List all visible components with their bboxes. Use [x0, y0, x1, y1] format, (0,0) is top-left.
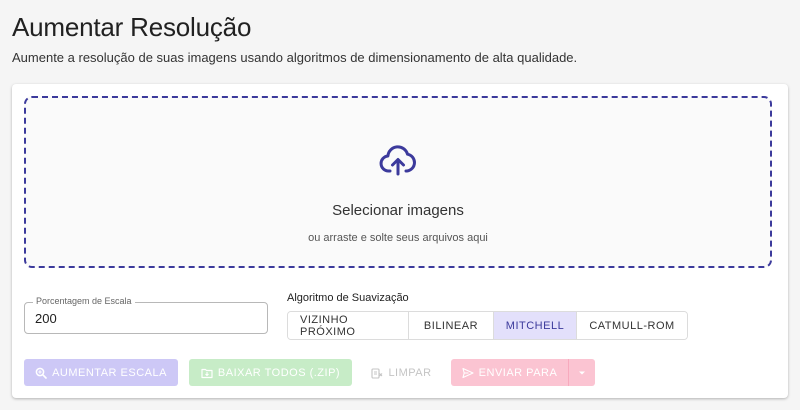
- caret-down-icon: [579, 371, 585, 374]
- send-icon: [462, 367, 474, 378]
- folder-download-icon: [201, 368, 213, 378]
- algorithm-option-catmull-rom[interactable]: CATMULL-ROM: [576, 312, 687, 339]
- send-to-button-label: ENVIAR PARA: [478, 366, 558, 379]
- clear-button-label: LIMPAR: [388, 366, 432, 379]
- algorithm-option-mitchell[interactable]: MITCHELL: [493, 312, 576, 339]
- action-bar: AUMENTAR ESCALA BAIXAR TODOS (.ZIP) LIMP…: [24, 359, 595, 386]
- cloud-upload-icon: [379, 145, 416, 176]
- algorithm-label: Algoritmo de Suavização: [287, 292, 409, 304]
- scale-percentage-field[interactable]: Porcentagem de Escala: [24, 296, 268, 334]
- algorithm-option-bilinear[interactable]: BILINEAR: [408, 312, 493, 339]
- scale-percentage-label: Porcentagem de Escala: [33, 296, 135, 306]
- dropzone-hint: ou arraste e solte seus arquivos aqui: [308, 232, 488, 244]
- zoom-in-icon: [35, 367, 47, 379]
- clear-all-icon: [371, 367, 383, 379]
- page-subtitle: Aumente a resolução de suas imagens usan…: [12, 50, 578, 65]
- scale-percentage-input[interactable]: [35, 311, 235, 326]
- send-to-split-button: ENVIAR PARA: [451, 359, 595, 386]
- file-dropzone[interactable]: Selecionar imagens ou arraste e solte se…: [24, 96, 772, 268]
- upscale-button-label: AUMENTAR ESCALA: [52, 366, 167, 379]
- download-all-button-label: BAIXAR TODOS (.ZIP): [217, 366, 341, 379]
- algorithm-toggle-group: VIZINHO PRÓXIMO BILINEAR MITCHELL CATMUL…: [287, 311, 688, 340]
- send-to-button[interactable]: ENVIAR PARA: [451, 359, 568, 386]
- upscale-card: Selecionar imagens ou arraste e solte se…: [12, 84, 788, 398]
- clear-button[interactable]: LIMPAR: [363, 359, 440, 386]
- page-title: Aumentar Resolução: [12, 12, 252, 42]
- send-to-dropdown-button[interactable]: [568, 359, 595, 386]
- algorithm-option-nearest[interactable]: VIZINHO PRÓXIMO: [288, 312, 408, 339]
- download-all-button[interactable]: BAIXAR TODOS (.ZIP): [189, 359, 352, 386]
- upscale-button[interactable]: AUMENTAR ESCALA: [24, 359, 178, 386]
- dropzone-title: Selecionar imagens: [332, 202, 464, 219]
